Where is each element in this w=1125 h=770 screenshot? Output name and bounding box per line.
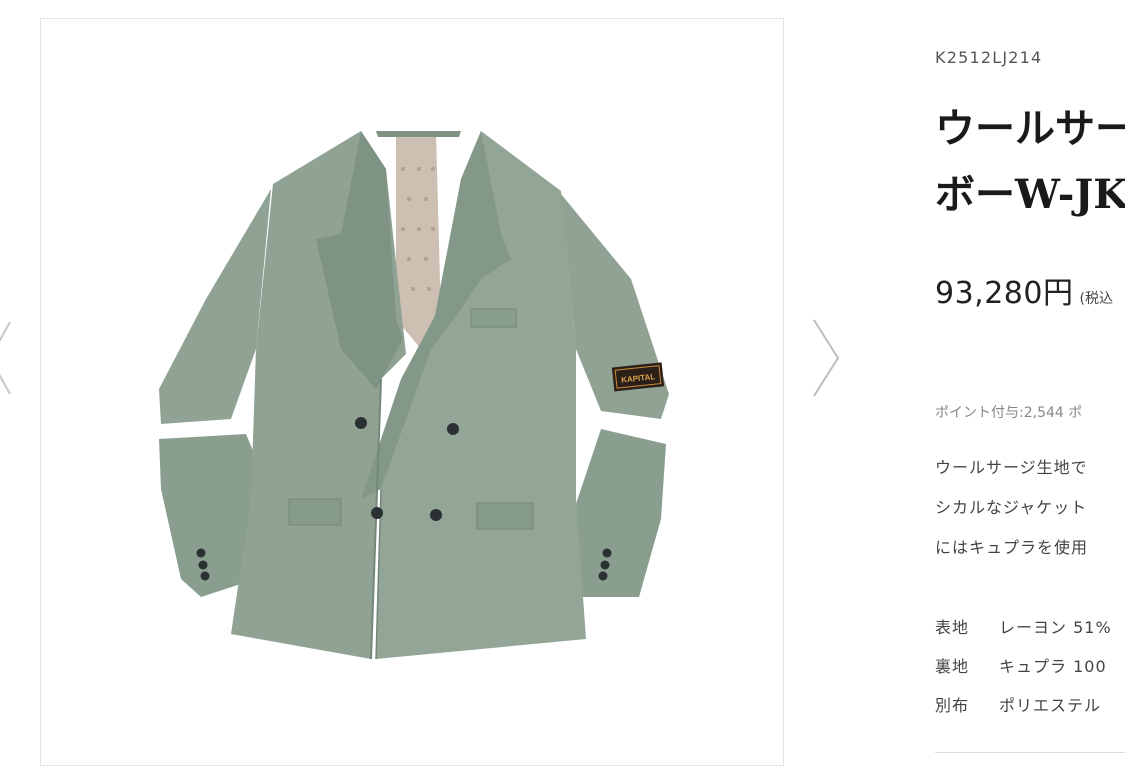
material-value: レーヨン 51% <box>999 618 1112 637</box>
jacket-illustration: KAPITAL <box>159 131 669 660</box>
material-label: 表地 <box>935 618 970 637</box>
reward-points: ポイント付与:2,544 ポ <box>935 405 1083 421</box>
material-label: 別布 <box>935 696 970 715</box>
next-image-arrow-icon[interactable] <box>808 316 844 400</box>
material-value: キュプラ 100 <box>999 657 1107 676</box>
material-row: 別布 ポリエステル <box>935 686 1112 725</box>
product-title-line-1: ウールサー <box>935 105 1125 152</box>
product-details: K2512LJ214 ウールサー ボーW-JK 93,280円 (税込 ポイント付… <box>935 0 1125 770</box>
description-line: シカルなジャケット <box>935 498 1088 517</box>
price-row: 93,280円 (税込 <box>935 268 1113 312</box>
product-price: 93,280円 <box>935 276 1074 311</box>
product-sku: K2512LJ214 <box>935 48 1043 67</box>
tax-note: (税込 <box>1079 291 1113 307</box>
section-divider <box>935 752 1125 753</box>
material-row: 裏地 キュプラ 100 <box>935 647 1112 686</box>
product-title-line-2: ボーW-JK <box>935 171 1125 218</box>
material-label: 裏地 <box>935 657 970 676</box>
product-page: KAPITAL K2512LJ214 ウールサー ボーW-JK 93,280円 (… <box>0 0 1125 770</box>
product-image[interactable]: KAPITAL <box>40 18 784 766</box>
prev-image-arrow-icon[interactable] <box>0 318 16 398</box>
description-line: ウールサージ生地で <box>935 458 1088 477</box>
material-row: 表地 レーヨン 51% <box>935 608 1112 647</box>
description-line: にはキュプラを使用 <box>935 538 1089 557</box>
product-title: ウールサー ボーW-JK <box>935 96 1125 228</box>
material-value: ポリエステル <box>999 696 1102 715</box>
materials-list: 表地 レーヨン 51% 裏地 キュプラ 100 別布 ポリエステル <box>935 608 1112 725</box>
product-description: ウールサージ生地で シカルなジャケット にはキュプラを使用 <box>935 448 1088 568</box>
